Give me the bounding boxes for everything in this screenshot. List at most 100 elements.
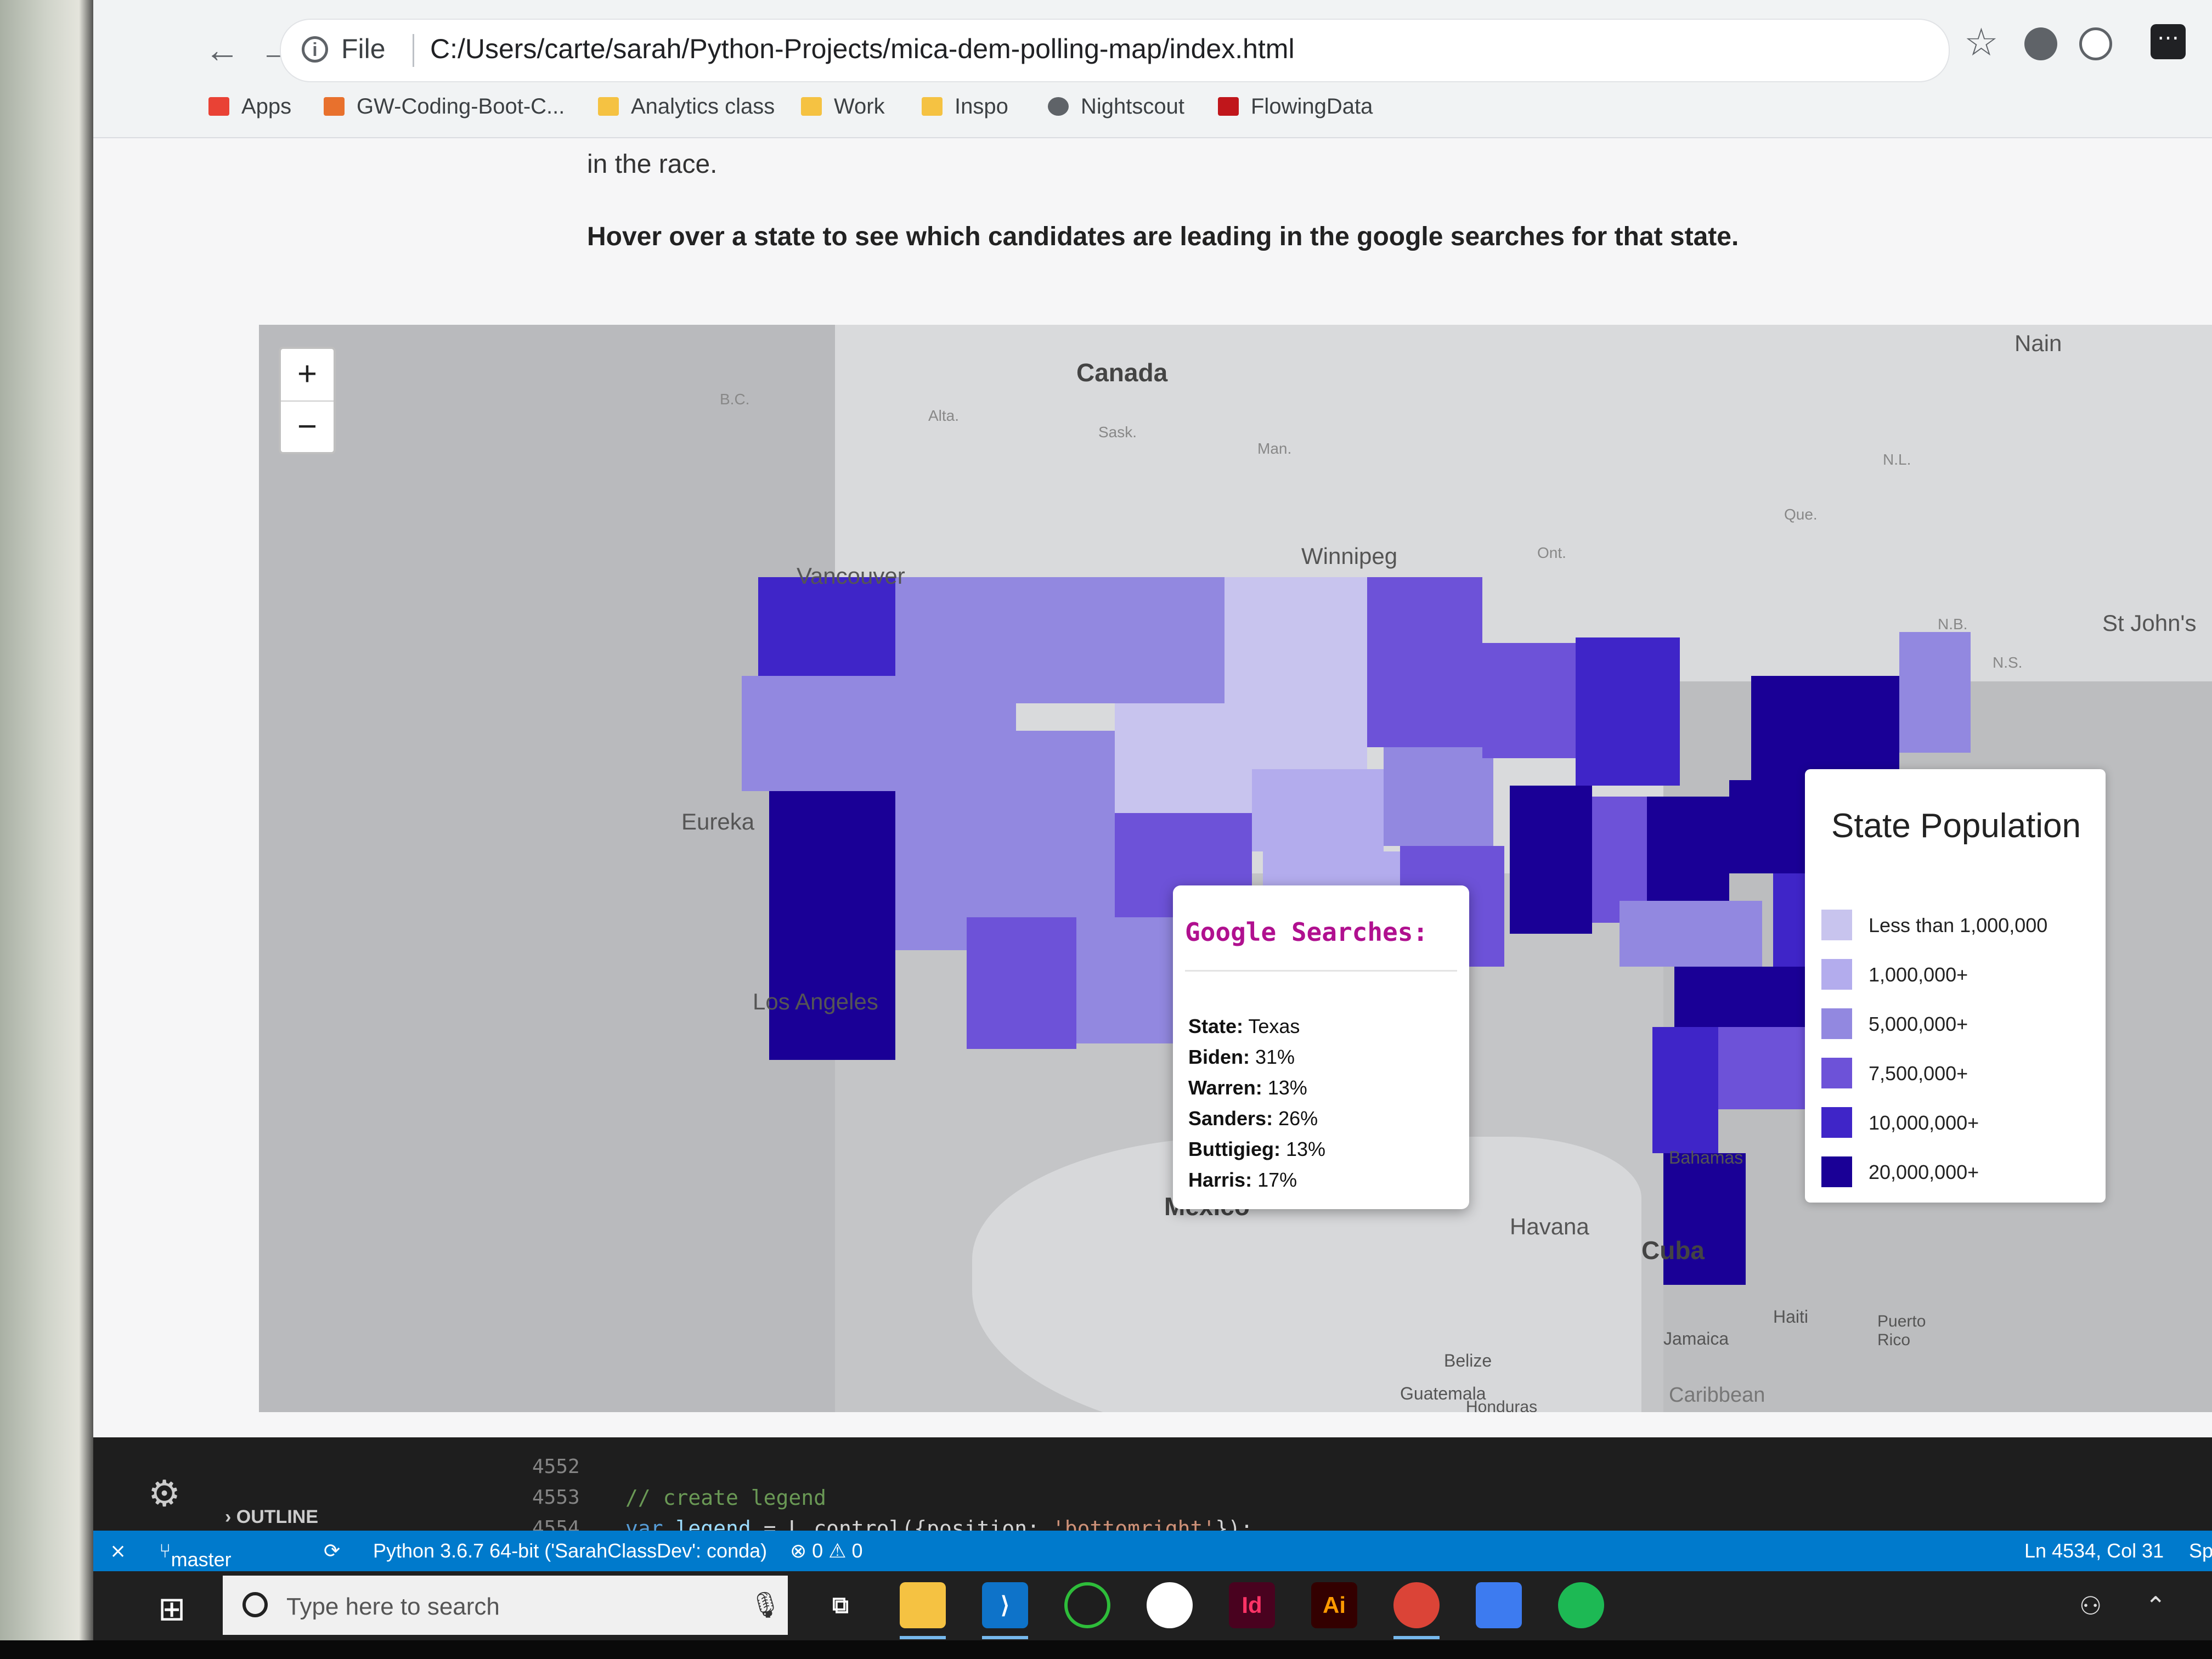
map-label-caribbean: Caribbean <box>1669 1384 1765 1407</box>
extension-icon-2[interactable] <box>2079 27 2112 60</box>
state-minnesota[interactable] <box>1367 577 1482 747</box>
file-explorer-icon[interactable] <box>900 1582 946 1628</box>
indesign-icon[interactable]: Id <box>1229 1582 1275 1628</box>
git-branch[interactable]: ⑂ master <box>159 1539 232 1571</box>
state-north-dakota[interactable] <box>1224 577 1367 670</box>
bookmark-label: Work <box>834 94 885 119</box>
microphone-icon[interactable]: 🎙 <box>749 1590 781 1620</box>
map-label-jamaica: Jamaica <box>1663 1329 1729 1348</box>
outline-label: OUTLINE <box>236 1506 318 1527</box>
address-bar[interactable]: i File C:/Users/carte/sarah/Python-Proje… <box>280 19 1950 82</box>
page-content: in the race. Hover over a state to see w… <box>93 138 2212 1437</box>
leaflet-map[interactable]: Canada Winnipeg Vancouver Eureka Los Ang… <box>259 325 2212 1412</box>
bookmark-nightscout[interactable]: Nightscout <box>1048 94 1184 119</box>
bookmark-label: Nightscout <box>1081 94 1184 119</box>
state-utah[interactable] <box>1011 731 1115 917</box>
state-south-carolina[interactable] <box>1718 1027 1806 1109</box>
active-indicator <box>982 1636 1028 1639</box>
bookmark-label: FlowingData <box>1251 94 1373 119</box>
slack-icon[interactable] <box>1147 1582 1193 1628</box>
intro-text: in the race. <box>587 150 718 179</box>
map-label-honduras: Honduras <box>1466 1398 1538 1412</box>
problems-indicator[interactable]: ⊗ 0 ⚠ 0 <box>790 1539 863 1562</box>
state-illinois[interactable] <box>1510 786 1592 934</box>
map-label-ont: Ont. <box>1537 544 1566 561</box>
active-indicator <box>1393 1636 1440 1639</box>
flowingdata-icon <box>1218 97 1239 116</box>
state-kentucky[interactable] <box>1620 901 1762 967</box>
people-icon[interactable]: ⚇ <box>2079 1591 2102 1621</box>
illustrator-icon[interactable]: Ai <box>1311 1582 1357 1628</box>
popup-state-value: Texas <box>1248 1015 1300 1037</box>
map-label-ns: N.S. <box>1993 654 2023 671</box>
map-label-vancouver: Vancouver <box>797 563 905 589</box>
monitor-screen: ← → ↻ i File C:/Users/carte/sarah/Python… <box>93 0 2212 1640</box>
popup-biden-row: Biden: 31% <box>1188 1046 1295 1069</box>
spotify-icon[interactable] <box>1558 1582 1604 1628</box>
bookmark-star-icon[interactable]: ☆ <box>1964 20 1999 65</box>
task-view-icon[interactable]: ⧉ <box>817 1582 864 1628</box>
python-interpreter[interactable]: Python 3.6.7 64-bit ('SarahClassDev': co… <box>373 1539 767 1562</box>
bookmark-flowingdata[interactable]: FlowingData <box>1218 94 1373 119</box>
state-new-york[interactable] <box>1751 676 1899 780</box>
state-iowa[interactable] <box>1384 747 1493 846</box>
code-lines[interactable]: // create legend var legend = L.control(… <box>625 1452 1253 1544</box>
state-california[interactable] <box>769 791 895 1060</box>
state-georgia[interactable] <box>1652 1027 1718 1153</box>
legend-swatch <box>1821 1156 1852 1187</box>
popup-sanders-row: Sanders: 26% <box>1188 1107 1318 1130</box>
line-number: 4552 <box>532 1455 580 1478</box>
state-arizona[interactable] <box>967 917 1076 1049</box>
state-oregon[interactable] <box>742 676 895 791</box>
bookmark-apps[interactable]: Apps <box>208 94 291 119</box>
extension-icon[interactable] <box>2024 27 2057 60</box>
cursor-position[interactable]: Ln 4534, Col 31 <box>2024 1539 2164 1562</box>
state-ohio[interactable] <box>1647 797 1729 906</box>
chrome-icon[interactable] <box>1393 1582 1440 1628</box>
state-idaho[interactable] <box>895 577 1016 791</box>
address-url[interactable]: C:/Users/carte/sarah/Python-Projects/mic… <box>430 33 1295 65</box>
zoom-out-button[interactable]: − <box>281 402 334 453</box>
bookmark-label: Apps <box>241 94 292 119</box>
settings-gear-icon[interactable]: ⚙ <box>148 1472 180 1515</box>
tray-chevron-icon[interactable]: ⌃ <box>2145 1591 2166 1621</box>
state-wisconsin[interactable] <box>1482 643 1576 758</box>
info-icon[interactable]: i <box>302 36 328 63</box>
state-south-dakota[interactable] <box>1224 670 1367 769</box>
app-ring-icon[interactable] <box>1064 1582 1110 1628</box>
bookmark-inspo[interactable]: Inspo <box>922 94 1008 119</box>
legend-label: 5,000,000+ <box>1869 1013 1968 1035</box>
state-florida[interactable] <box>1663 1153 1746 1285</box>
state-nebraska[interactable] <box>1252 769 1384 851</box>
popup-biden-value: 31% <box>1255 1046 1295 1068</box>
folder-icon <box>801 97 822 116</box>
windows-start-icon[interactable]: ⊞ <box>158 1590 185 1628</box>
taskbar-search[interactable]: Type here to search 🎙 <box>223 1576 788 1635</box>
bookmark-gw-coding[interactable]: GW-Coding-Boot-C... <box>324 94 565 119</box>
state-washington[interactable] <box>758 577 906 676</box>
code-comment: // create legend <box>625 1486 827 1510</box>
map-label-nl: N.L. <box>1883 451 1911 468</box>
legend-title: State Population <box>1831 807 2081 845</box>
state-montana[interactable] <box>1016 577 1224 703</box>
back-icon[interactable]: ← <box>198 25 247 75</box>
popup-biden-label: Biden: <box>1188 1046 1250 1068</box>
state-new-england[interactable] <box>1899 632 1971 753</box>
bookmark-analytics[interactable]: Analytics class <box>598 94 775 119</box>
sourcetree-icon[interactable] <box>1476 1582 1522 1628</box>
map-label-nain: Nain <box>2015 330 2062 356</box>
bookmark-work[interactable]: Work <box>801 94 885 119</box>
outline-section[interactable]: › OUTLINE <box>225 1506 318 1528</box>
map-label-belize: Belize <box>1444 1351 1492 1370</box>
vscode-icon[interactable]: ⟩ <box>982 1582 1028 1628</box>
remote-icon[interactable]: ⨯ <box>110 1539 126 1562</box>
browser-menu-icon[interactable]: ⋯ <box>2151 24 2186 59</box>
folder-icon <box>922 97 943 116</box>
zoom-in-button[interactable]: + <box>281 349 334 402</box>
nightscout-icon <box>1048 97 1069 116</box>
sync-icon[interactable]: ⟳ <box>324 1539 340 1562</box>
map-label-man: Man. <box>1257 440 1292 457</box>
indentation-indicator[interactable]: Sp <box>2189 1539 2212 1562</box>
state-michigan[interactable] <box>1576 637 1680 786</box>
